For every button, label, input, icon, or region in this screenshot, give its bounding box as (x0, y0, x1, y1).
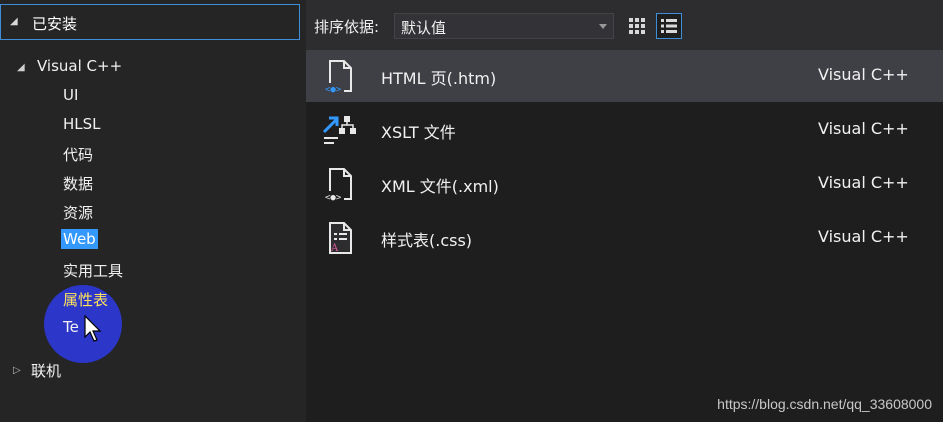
template-tree-panel: ◢ 已安装 ◢ Visual C++ UI HLSL 代码 数据 资源 Web … (0, 0, 302, 422)
template-row-xml[interactable]: <●> XML 文件(.xml) Visual C++ (306, 158, 943, 210)
grid-view-button[interactable] (624, 13, 650, 39)
template-name: XSLT 文件 (381, 123, 456, 142)
tree-item-web-selected[interactable]: Web (61, 229, 98, 249)
tree-item-code[interactable]: 代码 (63, 144, 93, 165)
template-language: Visual C++ (818, 227, 909, 246)
template-language: Visual C++ (818, 119, 909, 138)
template-name: HTML 页(.htm) (381, 69, 497, 88)
mouse-pointer-icon (84, 315, 102, 342)
tree-item-resources[interactable]: 资源 (63, 202, 93, 223)
tree-item-data[interactable]: 数据 (63, 173, 93, 194)
css-file-icon: A (329, 222, 352, 254)
template-language: Visual C++ (818, 173, 909, 192)
tree-item-utilities[interactable]: 实用工具 (63, 260, 123, 281)
list-view-button[interactable] (656, 13, 682, 39)
xslt-file-icon (322, 116, 356, 144)
sort-by-dropdown[interactable]: 默认值 (394, 13, 614, 39)
tree-item-property-sheets[interactable]: 属性表 (63, 289, 108, 310)
collapse-triangle-icon[interactable]: ◢ (10, 16, 18, 27)
tree-item-online[interactable]: 联机 (31, 360, 61, 381)
chevron-down-icon (599, 24, 607, 29)
svg-text:<●>: <●> (325, 85, 342, 95)
svg-text:<●>: <●> (325, 193, 342, 203)
tree-item-visual-cpp[interactable]: Visual C++ (37, 57, 122, 75)
sort-by-label: 排序依据: (314, 18, 380, 36)
template-row-html[interactable]: <●> HTML 页(.htm) Visual C++ (306, 50, 943, 102)
installed-header[interactable]: ◢ 已安装 (0, 4, 300, 40)
list-view-icon (661, 19, 677, 33)
expanded-triangle-icon[interactable]: ◢ (17, 62, 25, 73)
collapsed-triangle-icon[interactable]: ▷ (13, 365, 21, 376)
template-list-panel: 排序依据: 默认值 <●> HTML 页(.htm) Visual C++ XS… (306, 0, 943, 422)
tree-item-hlsl[interactable]: HLSL (63, 115, 101, 133)
xml-file-icon: <●> (324, 168, 352, 203)
sort-toolbar: 排序依据: 默认值 (306, 0, 943, 50)
template-name: XML 文件(.xml) (381, 177, 499, 196)
sort-by-value: 默认值 (401, 19, 447, 37)
tree-item-te[interactable]: Te (63, 318, 79, 336)
installed-label: 已安装 (32, 15, 78, 33)
template-name: 样式表(.css) (381, 231, 473, 250)
template-row-xslt[interactable]: XSLT 文件 Visual C++ (306, 104, 943, 156)
grid-view-icon (629, 18, 645, 34)
template-language: Visual C++ (818, 65, 909, 84)
tree-item-ui[interactable]: UI (63, 86, 78, 104)
watermark: https://blog.csdn.net/qq_33608000 (717, 396, 932, 412)
template-row-css[interactable]: A 样式表(.css) Visual C++ (306, 212, 943, 264)
html-file-icon: <●> (324, 60, 352, 95)
svg-text:A: A (330, 243, 339, 254)
